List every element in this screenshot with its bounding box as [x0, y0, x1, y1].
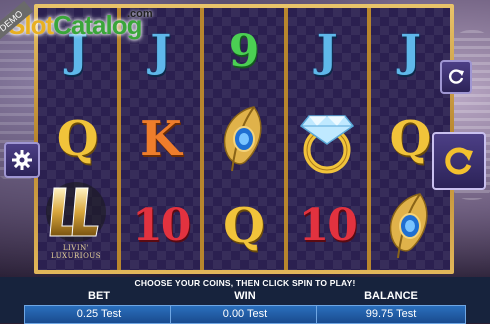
- reel-5-row-3: [371, 184, 449, 268]
- gear-icon: [12, 150, 32, 170]
- balance-panel: BALANCE 99.75 Test: [316, 290, 466, 324]
- reel-4-row-1: J: [288, 10, 366, 94]
- symbol-q: Q: [389, 110, 432, 167]
- win-label: WIN: [234, 290, 256, 302]
- symbol-q: Q: [56, 110, 99, 167]
- spin-button[interactable]: [432, 132, 486, 190]
- refresh-icon: [449, 69, 464, 84]
- reel-3-row-2: [205, 97, 283, 181]
- symbol-10: 10: [298, 200, 358, 252]
- symbol-j: J: [316, 25, 338, 77]
- bet-value[interactable]: 0.25 Test: [24, 305, 174, 324]
- win-panel: WIN 0.00 Test: [170, 290, 320, 324]
- bet-panel[interactable]: BET 0.25 Test: [24, 290, 174, 324]
- peacock-feather-icon: [223, 106, 262, 172]
- bet-label: BET: [88, 290, 110, 302]
- win-value: 0.00 Test: [170, 305, 320, 324]
- settings-button[interactable]: [4, 142, 40, 178]
- instruction-message: CHOOSE YOUR COINS, THEN CLICK SPIN TO PL…: [134, 278, 356, 288]
- balance-value: 99.75 Test: [316, 305, 466, 324]
- symbol-j: J: [150, 25, 172, 77]
- reel-4: J 10: [287, 8, 367, 270]
- reel-1-row-2: Q: [39, 97, 117, 181]
- reel-4-row-3: 10: [288, 184, 366, 268]
- autoplay-button[interactable]: [440, 60, 472, 94]
- reel-4-row-2: [288, 97, 366, 181]
- reel-3-row-1: 9: [205, 10, 283, 94]
- site-logo-suffix: .com: [127, 8, 153, 20]
- symbol-9: 9: [228, 25, 260, 77]
- symbol-j: J: [399, 25, 421, 77]
- balance-label: BALANCE: [364, 290, 418, 302]
- peacock-feather-icon: [390, 193, 428, 259]
- reel-3-row-3: Q: [205, 184, 283, 268]
- reel-2-row-3: 10: [122, 184, 200, 268]
- game-logo-caption: LIVIN' LUXURIOUS: [50, 244, 102, 260]
- reel-2: J K 10: [121, 8, 201, 270]
- symbol-q: Q: [223, 198, 265, 255]
- spin-arrow-icon: [445, 147, 473, 175]
- game-logo-wild: LIVIN' LUXURIOUS: [40, 178, 112, 260]
- reel-5-row-1: J: [371, 10, 449, 94]
- reel-3: 9 Q: [204, 8, 284, 270]
- diamond-ring-icon: [300, 115, 355, 174]
- reel-2-row-2: K: [122, 97, 200, 181]
- symbol-k: K: [139, 110, 182, 167]
- symbol-10: 10: [132, 200, 191, 252]
